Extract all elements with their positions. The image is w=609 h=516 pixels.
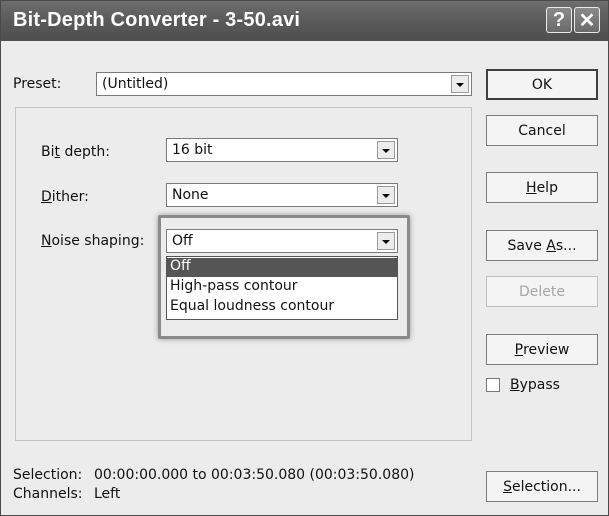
delete-button[interactable]: Delete	[486, 276, 598, 307]
noise-shaping-label: Noise shaping:	[41, 233, 145, 249]
chevron-down-icon[interactable]	[377, 141, 395, 159]
preset-label: Preset:	[13, 76, 62, 92]
selection-value: 00:00:00.000 to 00:03:50.080 (00:03:50.0…	[94, 467, 415, 483]
chevron-down-icon[interactable]	[451, 75, 469, 93]
save-as-button[interactable]: Save As...	[486, 230, 598, 261]
help-icon[interactable]: ?	[546, 7, 572, 33]
bypass-label[interactable]: Bypass	[510, 377, 560, 393]
dialog-window: Bit-Depth Converter - 3-50.avi ? ✕ Prese…	[0, 0, 609, 516]
help-button[interactable]: Help	[486, 172, 598, 203]
title-bar[interactable]: Bit-Depth Converter - 3-50.avi ? ✕	[1, 1, 608, 41]
bit-depth-combo[interactable]: 16 bit	[166, 138, 398, 162]
chevron-down-icon[interactable]	[377, 186, 395, 204]
window-title: Bit-Depth Converter - 3-50.avi	[13, 9, 301, 31]
selection-label: Selection:	[13, 467, 83, 483]
bypass-checkbox[interactable]	[486, 378, 500, 392]
selection-button[interactable]: Selection...	[486, 471, 598, 502]
close-icon[interactable]: ✕	[574, 7, 600, 33]
channels-label: Channels:	[13, 486, 83, 502]
preview-button[interactable]: Preview	[486, 334, 598, 365]
highlight-frame	[158, 215, 410, 339]
bit-depth-label: Bit depth:	[41, 144, 110, 160]
channels-value: Left	[94, 486, 121, 502]
cancel-button[interactable]: Cancel	[486, 115, 598, 146]
dither-combo[interactable]: None	[166, 183, 398, 207]
dither-value: None	[172, 187, 209, 203]
dither-label: Dither:	[41, 189, 89, 205]
ok-button[interactable]: OK	[486, 69, 598, 100]
preset-value: (Untitled)	[102, 76, 169, 92]
preset-combo[interactable]: (Untitled)	[96, 72, 472, 96]
bit-depth-value: 16 bit	[172, 142, 213, 158]
